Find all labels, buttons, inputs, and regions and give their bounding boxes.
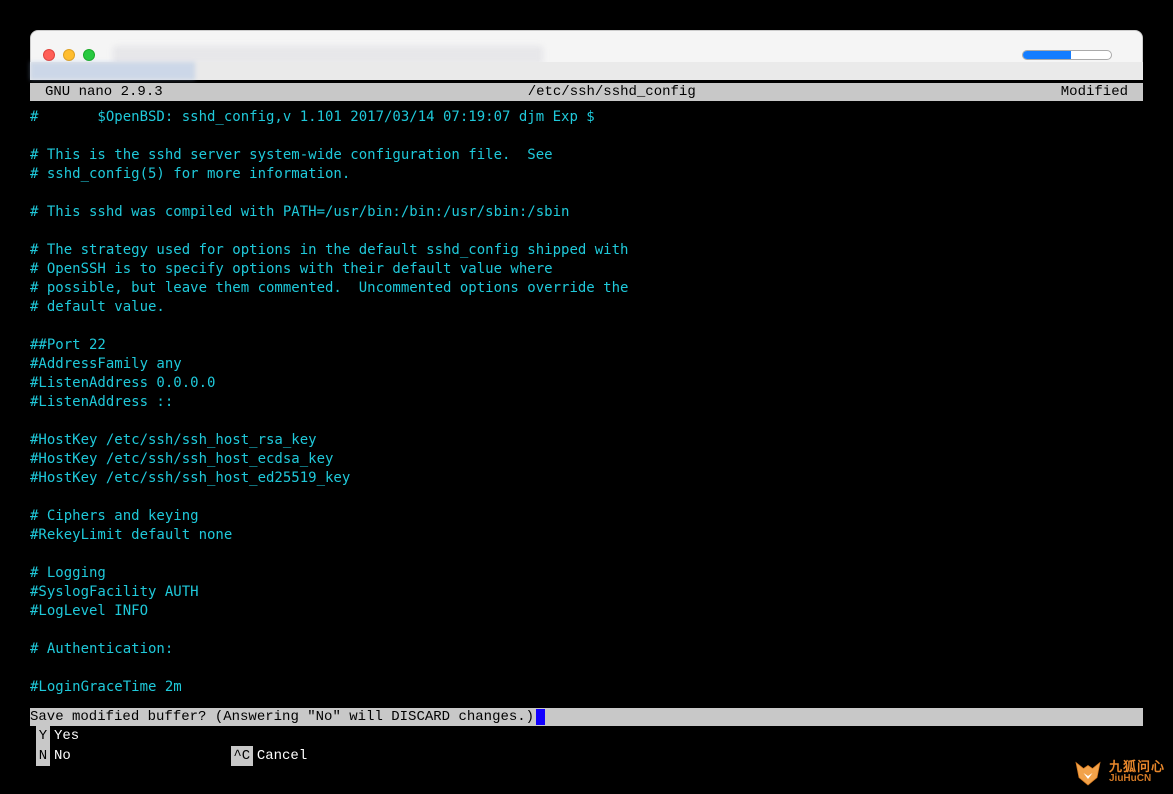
- cancel-label: Cancel: [257, 746, 307, 766]
- watermark-cn: 九狐问心: [1109, 761, 1165, 773]
- save-prompt-bar: Save modified buffer? (Answering "No" wi…: [30, 708, 1143, 726]
- tab-bar: [30, 62, 1143, 80]
- toolbar-progress-fill: [1023, 51, 1071, 59]
- option-row-yes: Y Yes: [30, 726, 1143, 746]
- nano-version-label: GNU nano 2.9.3: [45, 84, 163, 100]
- watermark: 九狐问心 JiuHuCN: [1073, 758, 1165, 788]
- save-prompt-text: Save modified buffer? (Answering "No" wi…: [30, 709, 534, 725]
- yes-label: Yes: [54, 726, 79, 746]
- minimize-window-button[interactable]: [63, 49, 75, 61]
- nano-modified-label: Modified: [1061, 84, 1128, 100]
- yes-key[interactable]: Y: [36, 726, 50, 746]
- nano-file-path: /etc/ssh/sshd_config: [163, 84, 1061, 100]
- no-key[interactable]: N: [36, 746, 50, 766]
- watermark-text: 九狐问心 JiuHuCN: [1109, 761, 1165, 785]
- nano-options-area: Y Yes N No ^C Cancel: [30, 726, 1143, 766]
- editor-text-area[interactable]: # $OpenBSD: sshd_config,v 1.101 2017/03/…: [30, 104, 1143, 708]
- nano-header-bar: GNU nano 2.9.3 /etc/ssh/sshd_config Modi…: [30, 83, 1143, 101]
- text-cursor: [536, 709, 545, 725]
- close-window-button[interactable]: [43, 49, 55, 61]
- active-tab-blurred[interactable]: [30, 62, 195, 80]
- fox-icon: [1073, 758, 1103, 788]
- watermark-en: JiuHuCN: [1109, 773, 1165, 785]
- no-label: No: [54, 746, 71, 766]
- toolbar-progress-indicator: [1022, 50, 1112, 60]
- cancel-key[interactable]: ^C: [231, 746, 253, 766]
- option-row-no-cancel: N No ^C Cancel: [30, 746, 1143, 766]
- zoom-window-button[interactable]: [83, 49, 95, 61]
- traffic-lights: [43, 49, 95, 61]
